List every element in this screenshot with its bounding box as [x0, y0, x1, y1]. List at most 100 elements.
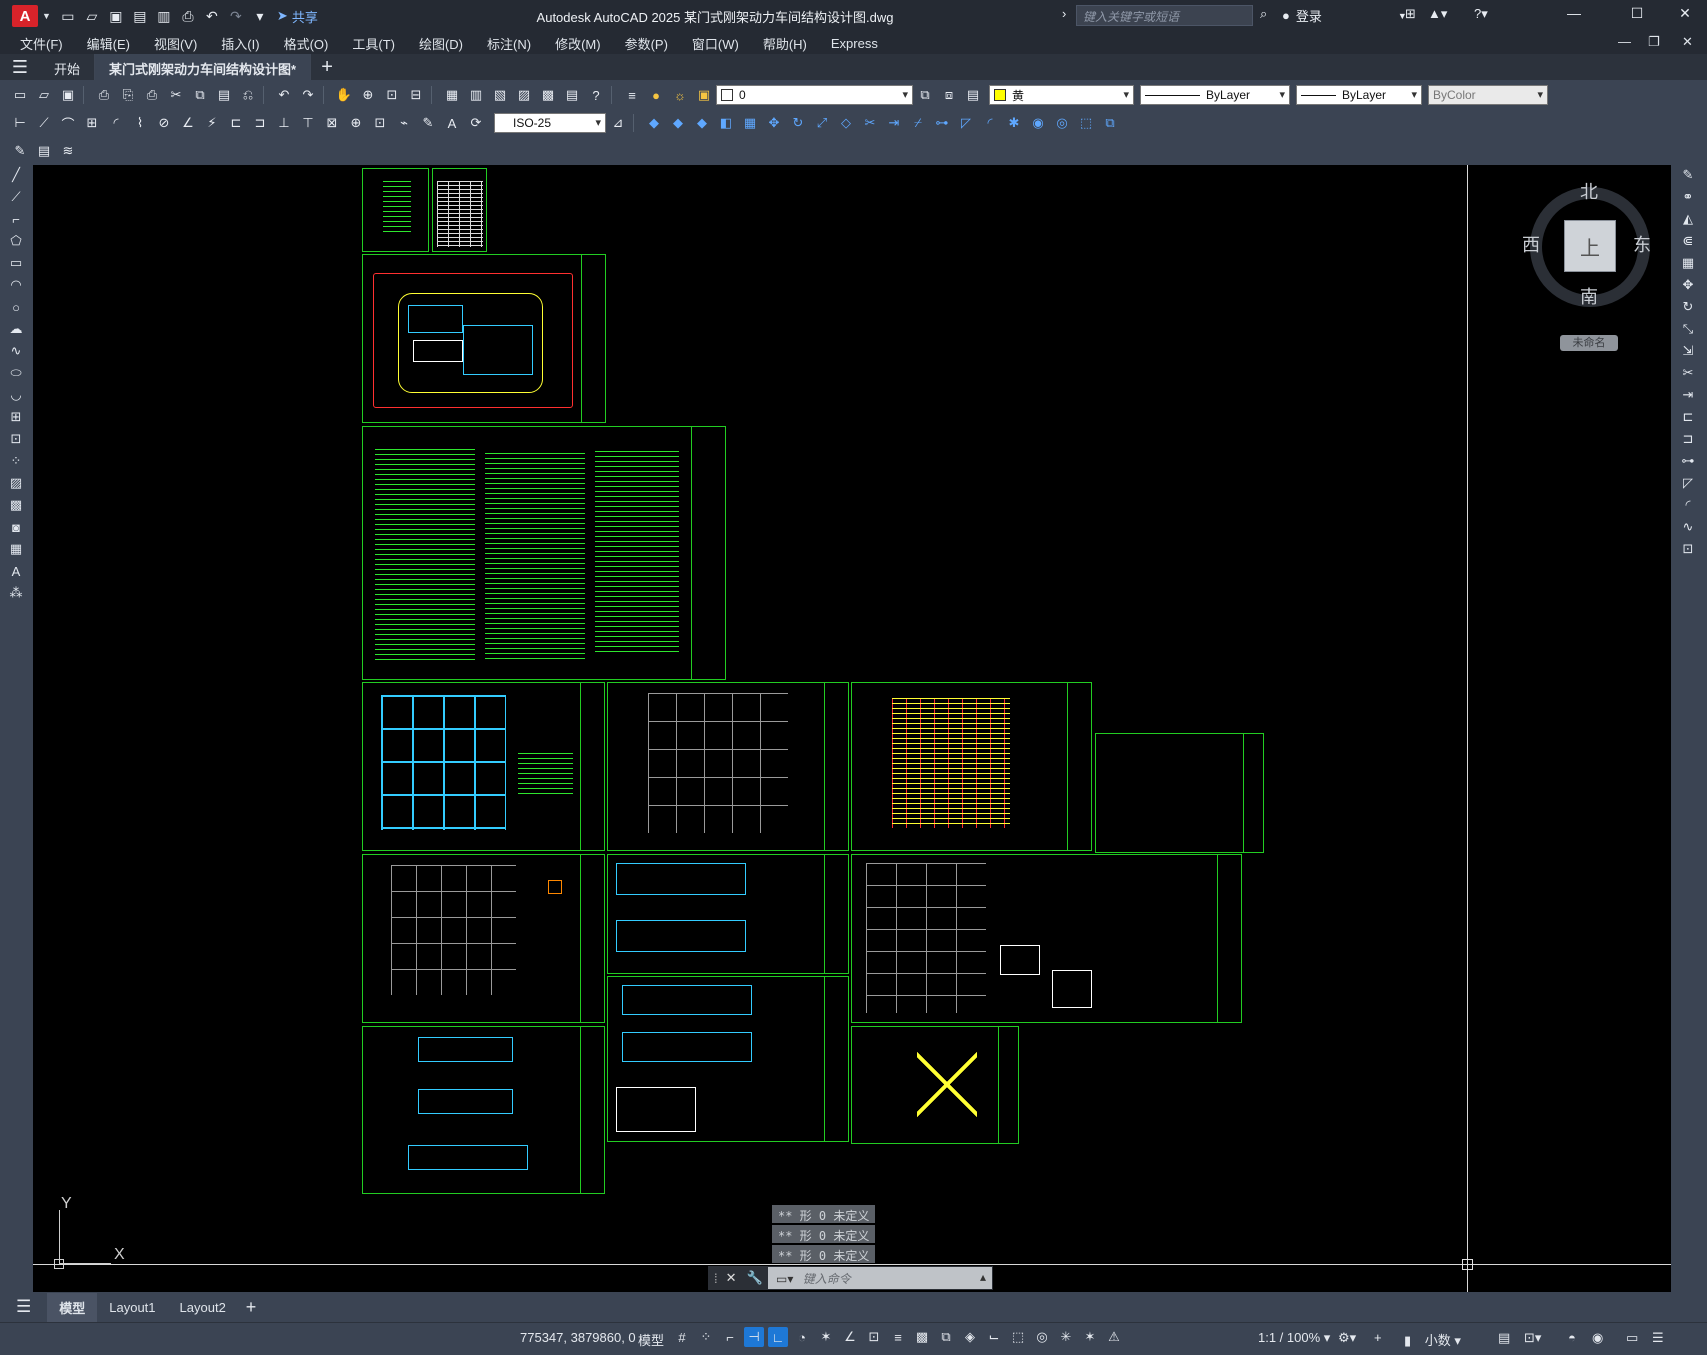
move-icon[interactable]: ✥	[763, 113, 785, 133]
file-tabs-menu-icon[interactable]: ☰	[0, 54, 40, 80]
break-icon[interactable]: ⌿	[907, 113, 929, 133]
join-icon[interactable]: ⊶	[1678, 451, 1698, 471]
gizmo-icon[interactable]: ◎	[1032, 1327, 1052, 1347]
offset-icon[interactable]: ◧	[715, 113, 737, 133]
compass-east[interactable]: 东	[1633, 231, 1651, 257]
plot-preview-icon[interactable]: ⎘	[117, 85, 139, 105]
quick-dimension-icon[interactable]: ⚡	[201, 113, 223, 133]
cut-icon[interactable]: ✂	[165, 85, 187, 105]
workspace-gear-icon[interactable]: ⚙▾	[1338, 1330, 1356, 1346]
model-space-toggle[interactable]: 模型	[638, 1330, 664, 1349]
region-icon[interactable]: ◎	[1051, 113, 1073, 133]
rotate-icon[interactable]: ↻	[1678, 297, 1698, 317]
command-history-icon[interactable]: ▭▾	[776, 1272, 793, 1286]
tab-model[interactable]: 模型	[47, 1292, 98, 1322]
annotation-visibility-icon[interactable]: ✳	[1056, 1327, 1076, 1347]
revision-cloud-icon[interactable]: ☁	[6, 319, 26, 339]
extend-icon[interactable]: ⇥	[1678, 385, 1698, 405]
save-icon[interactable]: ▣	[57, 85, 79, 105]
color-dropdown[interactable]: 黄 ▾	[989, 85, 1134, 105]
compass-north[interactable]: 北	[1580, 178, 1598, 204]
menu-tools[interactable]: 工具(T)	[340, 34, 407, 53]
user-account-button[interactable]: ● 登录 ▼	[1282, 6, 1407, 25]
explode-icon[interactable]: ✱	[1003, 113, 1025, 133]
chamfer-icon[interactable]: ◸	[955, 113, 977, 133]
polygon-icon[interactable]: ⬠	[6, 231, 26, 251]
cart-icon[interactable]: ⊞	[1405, 6, 1416, 22]
transparency-icon[interactable]: ▩	[912, 1327, 932, 1347]
extend-icon[interactable]: ⇥	[883, 113, 905, 133]
center-mark-icon[interactable]: ⊕	[345, 113, 367, 133]
dimension-update-icon[interactable]: ⟳	[465, 113, 487, 133]
model-space-canvas[interactable]: 上 北 南 东 西 未命名	[33, 165, 1671, 1292]
chevron-up-icon[interactable]: ▴	[980, 1270, 986, 1284]
ortho-icon[interactable]: ∟	[768, 1327, 788, 1347]
dimension-edit-icon[interactable]: ✎	[417, 113, 439, 133]
zoom-window-icon[interactable]: ⊡	[381, 85, 403, 105]
dimspace-icon[interactable]: ⊥	[273, 113, 295, 133]
doc-close-button[interactable]: ✕	[1682, 34, 1693, 50]
copy-icon[interactable]: ⧉	[189, 85, 211, 105]
doc-minimize-button[interactable]: —	[1618, 34, 1631, 49]
help-search-input[interactable]: 键入关键字或短语	[1076, 5, 1253, 26]
isometric-icon[interactable]: ✶	[816, 1327, 836, 1347]
units-dropdown[interactable]: ▮ 小数 ▾	[1404, 1330, 1461, 1349]
close-command-line-icon[interactable]: ✕	[726, 1270, 737, 1286]
aligned-dimension-icon[interactable]: ⟋	[33, 113, 55, 133]
array-icon[interactable]: ▦	[1678, 253, 1698, 273]
calculator-icon[interactable]: ▤	[561, 85, 583, 105]
tolerance-icon[interactable]: ⊠	[321, 113, 343, 133]
named-view-dropdown[interactable]: 未命名	[1560, 335, 1618, 351]
menu-view[interactable]: 视图(V)	[142, 34, 209, 53]
doc-restore-button[interactable]: ❐	[1648, 34, 1660, 50]
undo-icon[interactable]: ↶	[273, 85, 295, 105]
maximize-button[interactable]: ☐	[1622, 5, 1652, 27]
insert-block-icon[interactable]: ⊞	[6, 407, 26, 427]
minimize-button[interactable]: —	[1559, 5, 1589, 27]
menu-parametric[interactable]: 参数(P)	[613, 34, 680, 53]
erase-icon[interactable]: ✎	[1678, 165, 1698, 185]
hatch-icon[interactable]: ▨	[6, 473, 26, 493]
auto-scale-icon[interactable]: ✶	[1080, 1327, 1100, 1347]
help-icon[interactable]: ?	[585, 85, 607, 105]
join-icon[interactable]: ⊶	[931, 113, 953, 133]
menu-insert[interactable]: 插入(I)	[209, 34, 271, 53]
construction-line-icon[interactable]: ⟋	[6, 187, 26, 207]
linetype-dropdown[interactable]: ByLayer ▾	[1140, 85, 1290, 105]
isolate-objects-icon[interactable]: ◓	[1568, 1330, 1576, 1345]
boundary-icon[interactable]: ⬚	[1075, 113, 1097, 133]
rotate-icon[interactable]: ↻	[787, 113, 809, 133]
markup-icon[interactable]: ▩	[537, 85, 559, 105]
pan-icon[interactable]: ✋	[333, 85, 355, 105]
zoom-previous-icon[interactable]: ⊟	[405, 85, 427, 105]
multiline-text-icon[interactable]: A	[6, 561, 26, 581]
fillet-icon[interactable]: ◜	[979, 113, 1001, 133]
dynamic-ucs-icon[interactable]: ⌙	[984, 1327, 1004, 1347]
design-center-icon[interactable]: ▥	[465, 85, 487, 105]
properties-icon[interactable]: ▦	[441, 85, 463, 105]
annotation-monitor-icon[interactable]: +	[1374, 1330, 1382, 1345]
search-expand-icon[interactable]: ›	[1062, 6, 1066, 21]
hardware-acceleration-icon[interactable]: ◉	[1592, 1330, 1603, 1346]
inspect-icon[interactable]: ⊡	[369, 113, 391, 133]
layer-properties-icon[interactable]: ≡	[621, 85, 643, 105]
add-layout-button[interactable]: +	[246, 1297, 257, 1318]
linear-dimension-icon[interactable]: ⊢	[9, 113, 31, 133]
mirror-icon[interactable]: ◭	[1678, 209, 1698, 229]
layer-freeze-icon[interactable]: ☼	[669, 85, 691, 105]
dynamic-input-icon[interactable]: ⊣	[744, 1327, 764, 1347]
clean-screen-icon[interactable]: ▭	[1626, 1330, 1638, 1346]
angular-icon[interactable]: ∠	[177, 113, 199, 133]
circle-icon[interactable]: ○	[6, 297, 26, 317]
menu-express[interactable]: Express	[819, 36, 890, 51]
region-icon[interactable]: ◙	[6, 517, 26, 537]
add-selected-icon[interactable]: ⁂	[6, 583, 26, 603]
open-icon[interactable]: ▱	[33, 85, 55, 105]
menu-dimension[interactable]: 标注(N)	[475, 34, 543, 53]
infer-constraints-icon[interactable]: ⌐	[720, 1327, 740, 1347]
tool-palettes-icon[interactable]: ▧	[489, 85, 511, 105]
trim-icon[interactable]: ✂	[1678, 363, 1698, 383]
blend-icon[interactable]: ◉	[1027, 113, 1049, 133]
dimension-style-icon[interactable]: ⊿	[607, 113, 629, 133]
menu-window[interactable]: 窗口(W)	[680, 34, 751, 53]
